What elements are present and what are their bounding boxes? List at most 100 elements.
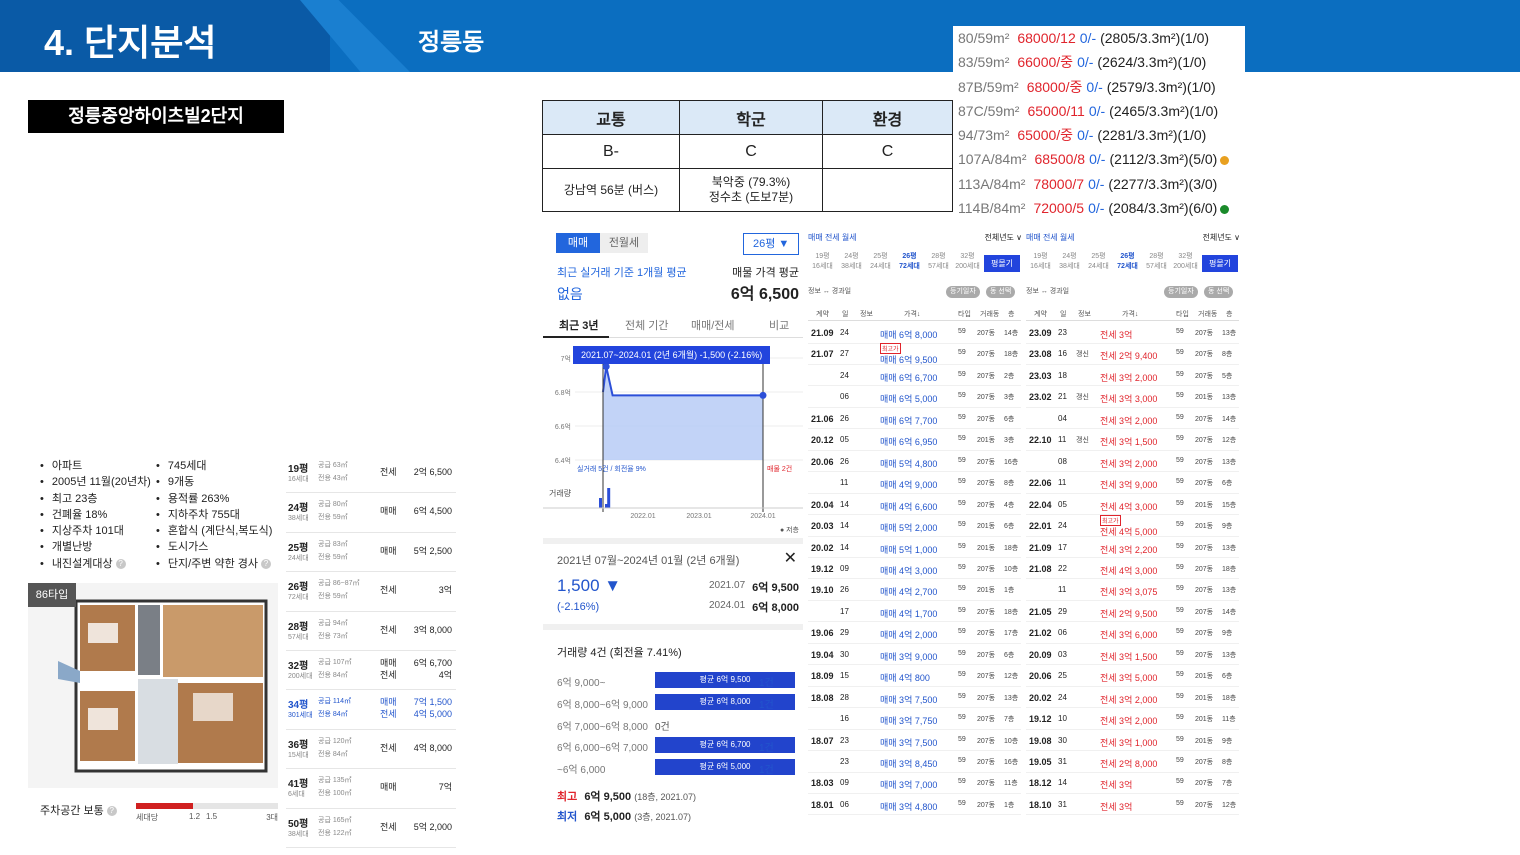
tx-info-toggle[interactable]: 정보 ↔ 경과일: [1026, 286, 1069, 296]
tx-header-cell[interactable]: 층: [1008, 309, 1014, 319]
chart-point-end[interactable]: [759, 391, 767, 399]
tx-row[interactable]: 21.05 29 전세 2억 9,500 59 207동 14층: [1026, 601, 1239, 623]
tx-row[interactable]: 21.09 17 전세 3억 2,200 59 207동 13층: [1026, 537, 1239, 558]
building-select-pill[interactable]: 동 선택: [1204, 286, 1234, 298]
tx-size-option[interactable]: 25평 24세대: [1084, 252, 1113, 274]
help-icon[interactable]: ?: [261, 558, 271, 569]
tx-year-filter[interactable]: 전체년도 ∨: [1202, 232, 1240, 243]
tx-size-option[interactable]: 28평 57세대: [1142, 252, 1171, 274]
tx-size-option[interactable]: 32평 200세대: [1171, 252, 1200, 274]
compare-button[interactable]: 평몰기: [1202, 255, 1238, 272]
tx-row[interactable]: 18.12 14 전세 3억 59 207동 7층: [1026, 772, 1239, 794]
tx-row[interactable]: 19.10 26 매매 4억 2,700 59 201동 1층: [808, 579, 1021, 601]
tx-size-option[interactable]: 19평 16세대: [1026, 252, 1055, 274]
tx-row[interactable]: 20.04 14 매매 4억 6,600 59 207동 4층: [808, 494, 1021, 516]
type-row[interactable]: 25평 24세대 공급 83㎡ 전용 59㎡ 매매 5억 2,500: [286, 533, 456, 573]
tx-row[interactable]: 20.03 14 매매 5억 2,000 59 201동 6층: [808, 515, 1021, 537]
tx-row[interactable]: 19.12 10 전세 3억 2,000 59 201동 11층: [1026, 708, 1239, 730]
tx-row[interactable]: 20.06 25 전세 3억 5,000 59 201동 6층: [1026, 665, 1239, 687]
type-row[interactable]: 24평 38세대 공급 80㎡ 전용 59㎡ 매매 6억 4,500: [286, 493, 456, 533]
tx-row[interactable]: 18.08 28 매매 3억 7,500 59 207동 13층: [808, 687, 1021, 709]
tx-header-cell[interactable]: 정보: [1078, 309, 1091, 319]
size-select[interactable]: 26평 ▼: [743, 233, 799, 255]
type-row[interactable]: 34평 301세대 공급 114㎡ 전용 84㎡ 매매 전세 7억 1,500 4억 5,…: [286, 690, 456, 730]
tx-row[interactable]: 08 전세 3억 2,000 59 207동 13층: [1026, 451, 1239, 473]
tx-header-cell[interactable]: 거래동: [1198, 309, 1217, 319]
tx-size-option[interactable]: 25평 24세대: [866, 252, 895, 274]
tx-row[interactable]: 19.12 09 매매 4억 3,000 59 207동 10층: [808, 558, 1021, 580]
tx-row[interactable]: 18.07 23 매매 3억 7,500 59 207동 10층: [808, 730, 1021, 752]
price-chart[interactable]: 7억 6.8억 6.6억 6.4억거래량 실거래 5건 / 회전율 9% 매물 2건 202…: [543, 342, 803, 542]
tx-row[interactable]: 18.09 15 매매 4억 800 59 207동 12층: [808, 665, 1021, 687]
building-select-pill[interactable]: 동 선택: [986, 286, 1016, 298]
compare-button[interactable]: 평몰기: [984, 255, 1020, 272]
tx-size-option[interactable]: 26평 72세대: [1113, 252, 1142, 274]
tx-header-cell[interactable]: 거래동: [980, 309, 999, 319]
tx-header-cell[interactable]: 가격↓: [1122, 309, 1138, 319]
tx-header-cell[interactable]: 타입: [958, 309, 971, 319]
type-row[interactable]: 19평 16세대 공급 63㎡ 전용 43㎡ 전세 2억 6,500: [286, 454, 456, 494]
tx-row[interactable]: 16 매매 3억 7,750 59 207동 7층: [808, 708, 1021, 730]
period-tab-compare[interactable]: 비교: [769, 317, 789, 333]
registration-date-pill[interactable]: 등기일자: [1164, 286, 1198, 298]
period-tab-all[interactable]: 전체 기간: [625, 317, 669, 333]
close-icon[interactable]: ✕: [784, 548, 797, 568]
tx-header-cell[interactable]: 일: [1060, 309, 1066, 319]
tab-sale[interactable]: 매매: [556, 233, 600, 253]
tx-size-option[interactable]: 19평 16세대: [808, 252, 837, 274]
tx-size-option[interactable]: 24평 38세대: [837, 252, 866, 274]
tx-header-cell[interactable]: 가격↓: [904, 309, 920, 319]
help-icon[interactable]: ?: [106, 806, 117, 817]
tx-row[interactable]: 22.01 24 최고가 전세 4억 5,000 59 201동 9층: [1026, 515, 1239, 537]
tx-header-cell[interactable]: 정보: [860, 309, 873, 319]
tx-deal-tabs[interactable]: 매매 전세 월세: [1026, 232, 1075, 243]
help-icon[interactable]: ?: [115, 558, 126, 569]
tx-header-cell[interactable]: 타입: [1176, 309, 1189, 319]
tx-row[interactable]: 11 전세 3억 3,075 59 207동 13층: [1026, 579, 1239, 601]
tx-row[interactable]: 20.06 26 매매 5억 4,800 59 207동 16층: [808, 451, 1021, 473]
type-row[interactable]: 32평 200세대 공급 107㎡ 전용 84㎡ 매매 전세 6억 6,700 4억: [286, 651, 456, 691]
tx-header-cell[interactable]: 층: [1226, 309, 1232, 319]
tx-row[interactable]: 23.08 16 갱신 전세 2억 9,400 59 207동 8층: [1026, 343, 1239, 365]
tx-row[interactable]: 23 매매 3억 8,450 59 207동 16층: [808, 751, 1021, 773]
tx-row[interactable]: 19.04 30 매매 3억 9,000 59 207동 6층: [808, 644, 1021, 666]
tx-year-filter[interactable]: 전체년도 ∨: [984, 232, 1022, 243]
tx-row[interactable]: 22.10 11 갱신 전세 3억 1,500 59 207동 12층: [1026, 429, 1239, 451]
tx-row[interactable]: 04 전세 3억 2,000 59 207동 14층: [1026, 408, 1239, 430]
tx-header-cell[interactable]: 일: [842, 309, 848, 319]
tx-row[interactable]: 23.02 21 갱신 전세 3억 3,000 59 201동 13층: [1026, 386, 1239, 408]
tx-row[interactable]: 20.02 24 전세 3억 2,000 59 201동 18층: [1026, 687, 1239, 709]
tx-row[interactable]: 19.08 30 전세 3억 1,000 59 201동 9층: [1026, 730, 1239, 752]
tx-deal-tabs[interactable]: 매매 전세 월세: [808, 232, 857, 243]
tx-row[interactable]: 21.09 24 매매 6억 8,000 59 207동 14층: [808, 322, 1021, 344]
type-row[interactable]: 26평 72세대 공급 86~87㎡ 전용 59㎡ 전세 3억: [286, 572, 456, 612]
tx-row[interactable]: 17 매매 4억 1,700 59 207동 18층: [808, 601, 1021, 623]
type-row[interactable]: 50평 38세대 공급 165㎡ 전용 122㎡ 전세 5억 2,000: [286, 809, 456, 848]
period-tab-3y[interactable]: 최근 3년: [559, 317, 599, 333]
tx-row[interactable]: 20.02 14 매매 5억 1,000 59 201동 18층: [808, 537, 1021, 558]
type-row[interactable]: 28평 57세대 공급 94㎡ 전용 73㎡ 전세 3억 8,000: [286, 612, 456, 651]
tx-row[interactable]: 22.04 05 전세 4억 3,000 59 201동 15층: [1026, 494, 1239, 516]
tx-row[interactable]: 20.09 03 전세 3억 1,500 59 207동 13층: [1026, 644, 1239, 666]
tx-row[interactable]: 19.05 31 전세 2억 8,000 59 207동 8층: [1026, 751, 1239, 773]
map[interactable]: 초: [28, 100, 522, 428]
chart-point-start[interactable]: [602, 363, 610, 370]
tx-size-option[interactable]: 32평 200세대: [953, 252, 982, 274]
tx-header-cell[interactable]: 계약: [1034, 309, 1047, 319]
tx-info-toggle[interactable]: 정보 ↔ 경과일: [808, 286, 851, 296]
tx-row[interactable]: 06 매매 6억 5,000 59 207동 3층: [808, 386, 1021, 408]
period-tab-sale-rent[interactable]: 매매/전세: [691, 317, 735, 333]
tx-row[interactable]: 11 매매 4억 9,000 59 207동 8층: [808, 472, 1021, 494]
type-row[interactable]: 41평 6세대 공급 135㎡ 전용 100㎡ 매매 7억: [286, 769, 456, 809]
tx-size-option[interactable]: 28평 57세대: [924, 252, 953, 274]
tx-row[interactable]: 18.03 09 매매 3억 7,000 59 207동 11층: [808, 772, 1021, 794]
tx-row[interactable]: 21.07 27 최고가 매매 6억 9,500 59 207동 18층: [808, 343, 1021, 365]
tx-row[interactable]: 21.08 22 전세 4억 3,000 59 207동 18층: [1026, 558, 1239, 580]
tx-row[interactable]: 21.02 06 전세 3억 6,000 59 207동 9층: [1026, 622, 1239, 644]
tx-row[interactable]: 20.12 05 매매 6억 6,950 59 201동 3층: [808, 429, 1021, 451]
tx-row[interactable]: 22.06 11 전세 3억 9,000 59 207동 6층: [1026, 472, 1239, 494]
tx-row[interactable]: 23.09 23 전세 3억 59 207동 13층: [1026, 322, 1239, 344]
tx-size-option[interactable]: 24평 38세대: [1055, 252, 1084, 274]
tx-size-option[interactable]: 26평 72세대: [895, 252, 924, 274]
tx-row[interactable]: 23.03 18 전세 3억 2,000 59 207동 5층: [1026, 365, 1239, 387]
